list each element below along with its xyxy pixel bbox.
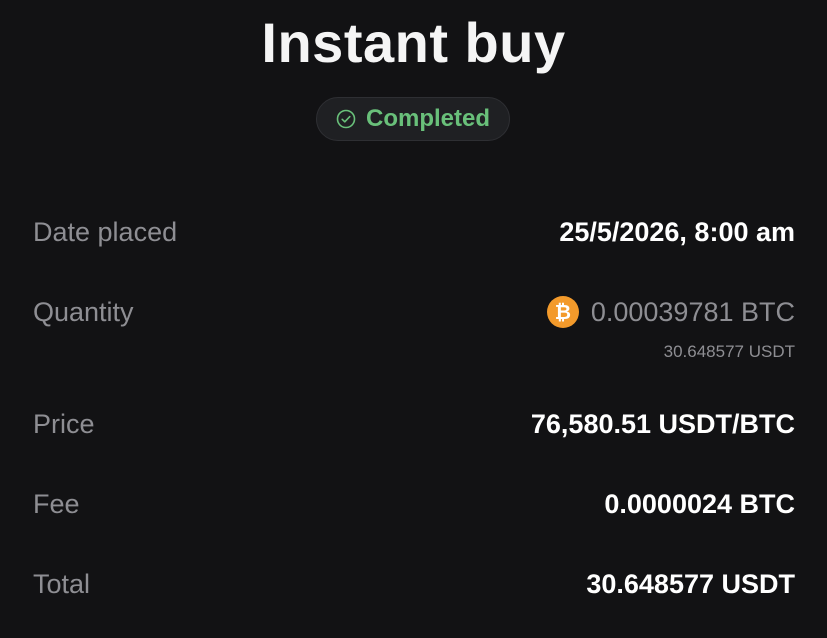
- quantity-label: Quantity: [33, 297, 134, 327]
- status-badge: Completed: [316, 97, 510, 141]
- page-title: Instant buy: [261, 11, 566, 74]
- total-value: 30.648577 USDT: [586, 569, 795, 599]
- quantity-usdt-equivalent: 30.648577 USDT: [663, 342, 795, 361]
- date-placed-value: 25/5/2026, 8:00 am: [559, 217, 795, 247]
- quantity-value-group: ₿ 0.00039781 BTC: [546, 296, 795, 328]
- status-label: Completed: [365, 105, 490, 132]
- bitcoin-icon: ₿: [546, 296, 579, 328]
- check-circle-icon: [336, 109, 356, 129]
- fee-label: Fee: [33, 489, 80, 519]
- total-label: Total: [33, 569, 91, 599]
- quantity-value: 0.00039781 BTC: [590, 296, 795, 327]
- date-placed-label: Date placed: [33, 217, 178, 247]
- fee-value: 0.0000024 BTC: [604, 489, 795, 519]
- price-label: Price: [33, 409, 95, 439]
- price-value: 76,580.51 USDT/BTC: [530, 409, 795, 439]
